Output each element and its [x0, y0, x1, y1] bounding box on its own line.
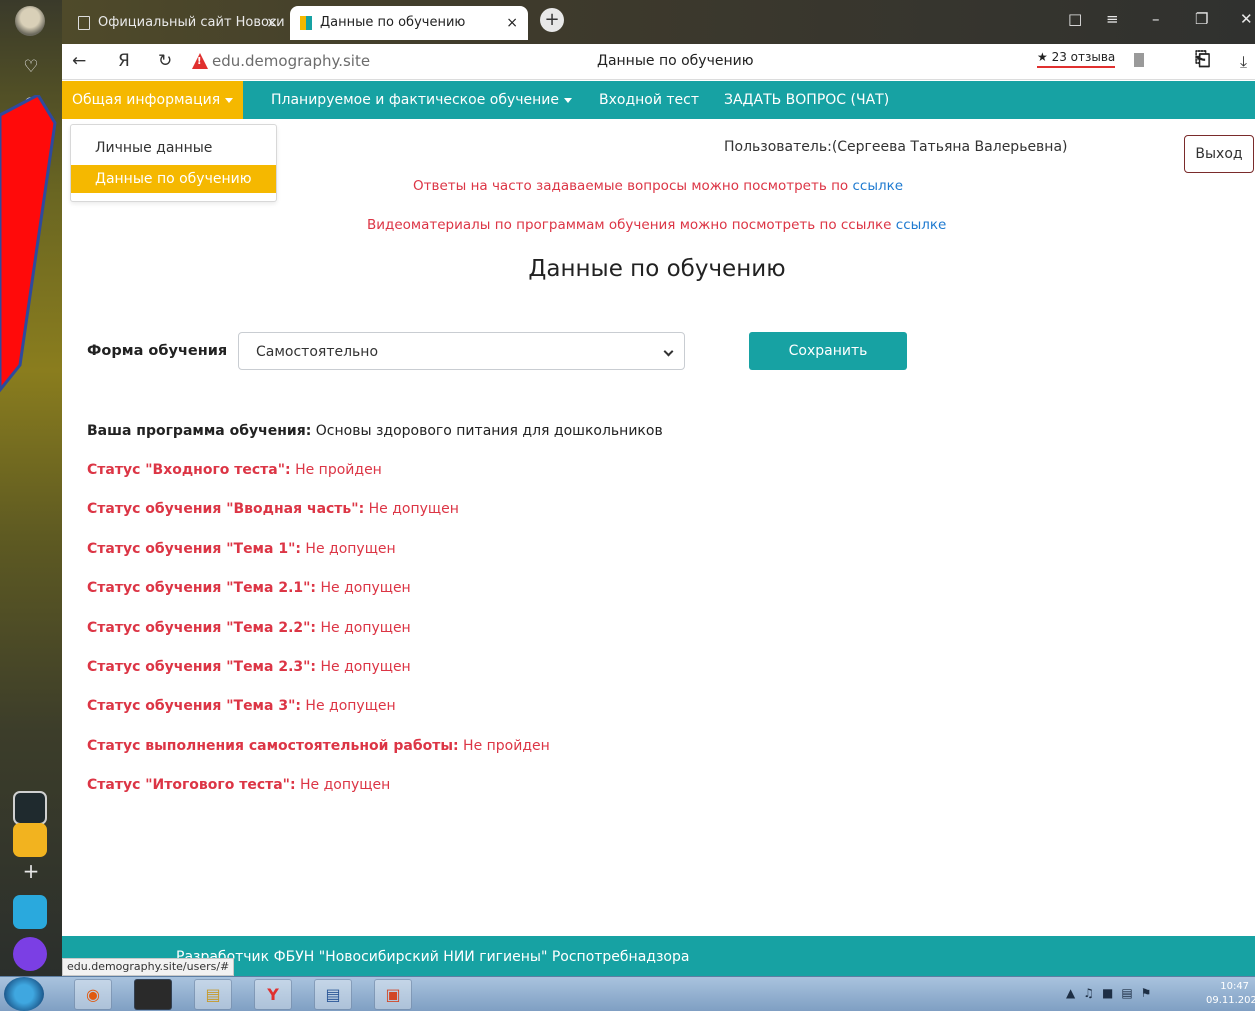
system-tray[interactable]: ▲♫■▤⚑: [1066, 986, 1159, 1000]
back-button[interactable]: ←: [72, 51, 86, 71]
close-icon[interactable]: ×: [506, 6, 518, 40]
chevron-down-icon: [663, 346, 674, 357]
nav-entry-test[interactable]: Входной тест: [599, 81, 699, 119]
form-label: Форма обучения: [87, 343, 228, 359]
close-icon[interactable]: ×: [266, 6, 278, 40]
restore-icon[interactable]: ❐: [1195, 10, 1208, 28]
nav-ask-question[interactable]: ЗАДАТЬ ВОПРОС (ЧАТ): [724, 81, 889, 119]
media-player-icon[interactable]: ◉: [74, 979, 112, 1010]
start-button[interactable]: [4, 977, 44, 1011]
address-bar: ← Я ↻ ! edu.demography.site Данные по об…: [62, 44, 1255, 80]
powerpoint-icon[interactable]: ▣: [374, 979, 412, 1010]
word-icon[interactable]: ▤: [314, 979, 352, 1010]
tab-training-data[interactable]: Данные по обучению ×: [290, 6, 528, 40]
new-tab-button[interactable]: +: [540, 8, 564, 32]
yandex-icon[interactable]: Я: [118, 51, 130, 71]
reviews-badge[interactable]: ★ 23 отзыва: [1037, 50, 1116, 68]
app-tile-icon[interactable]: [13, 791, 47, 825]
bell-icon[interactable]: ♡: [18, 54, 44, 80]
status-line: Статус обучения "Тема 2.1": Не допущен: [87, 580, 411, 596]
faq-link[interactable]: ссылке: [852, 178, 903, 194]
status-url: edu.demography.site/users/#: [62, 958, 235, 976]
caret-down-icon: [564, 97, 572, 103]
user-name: Пользователь:(Сергеева Татьяна Валерьевн…: [724, 139, 1068, 155]
footer: Разработчик ФБУН "Новосибирский НИИ гиги…: [62, 936, 1255, 976]
profile-avatar[interactable]: [15, 6, 45, 36]
clock[interactable]: 10:47 09.11.2020: [1206, 980, 1255, 1008]
messenger-icon[interactable]: [13, 895, 47, 929]
nav-planned-training[interactable]: Планируемое и фактическое обучение: [271, 81, 572, 119]
menu-icon[interactable]: ≡: [1106, 10, 1119, 28]
bookmark-icon[interactable]: [1134, 53, 1144, 67]
address-page-title: Данные по обучению: [597, 53, 754, 69]
status-line: Статус обучения "Тема 3": Не допущен: [87, 698, 396, 714]
mail-icon[interactable]: [13, 823, 47, 857]
menu-item-training-data[interactable]: Данные по обучению: [71, 165, 276, 193]
status-line: Статус обучения "Тема 2.2": Не допущен: [87, 620, 411, 636]
menu-item-personal-data[interactable]: Личные данные: [71, 134, 276, 162]
logout-button[interactable]: Выход: [1184, 135, 1254, 173]
status-line: Статус обучения "Тема 2.3": Не допущен: [87, 659, 411, 675]
alice-icon[interactable]: [13, 937, 47, 971]
tab-label: Данные по обучению: [320, 15, 466, 30]
video-link[interactable]: ссылке: [896, 217, 947, 233]
close-window-icon[interactable]: ✕: [1240, 10, 1253, 28]
video-notice: Видеоматериалы по программам обучения мо…: [367, 217, 947, 233]
status-line: Статус обучения "Вводная часть": Не допу…: [87, 501, 459, 517]
status-line: Статус "Итогового теста": Не допущен: [87, 777, 391, 793]
program-line: Ваша программа обучения: Основы здоровог…: [87, 423, 663, 439]
main-navbar: Общая информация Планируемое и фактическ…: [62, 81, 1255, 119]
faq-notice: Ответы на часто задаваемые вопросы можно…: [413, 178, 904, 194]
training-form-select[interactable]: Самостоятельно: [238, 332, 685, 370]
download-icon[interactable]: ⤓: [1240, 52, 1247, 72]
site-favicon-icon: [300, 16, 312, 30]
yandex-browser-icon[interactable]: Y: [254, 979, 292, 1010]
translate-icon[interactable]: ⎗: [1195, 48, 1210, 70]
caret-down-icon: [225, 97, 234, 103]
status-line: Статус выполнения самостоятельной работы…: [87, 738, 550, 754]
reload-button[interactable]: ↻: [158, 51, 172, 71]
url-field[interactable]: edu.demography.site: [212, 52, 370, 70]
status-line: Статус "Входного теста": Не пройден: [87, 462, 382, 478]
save-button[interactable]: Сохранить: [749, 332, 907, 370]
app-icon[interactable]: [134, 979, 172, 1010]
taskbar: ◉ ▤ Y ▤ ▣ ▲♫■▤⚑ 10:47 09.11.2020: [0, 976, 1255, 1011]
folder-icon[interactable]: ▤: [194, 979, 232, 1010]
general-info-dropdown: Личные данные Данные по обучению: [70, 124, 277, 202]
annotation-arrow: [0, 95, 57, 393]
status-line: Статус обучения "Тема 1": Не допущен: [87, 541, 396, 557]
page-icon: [78, 16, 90, 30]
page-title: Данные по обучению: [528, 256, 786, 282]
tab-official-site[interactable]: Официальный сайт Новоси ×: [68, 6, 288, 40]
collections-icon[interactable]: □: [1068, 10, 1082, 28]
tab-label: Официальный сайт Новоси: [98, 15, 285, 30]
tab-bar: Официальный сайт Новоси × Данные по обуч…: [62, 0, 1255, 44]
nav-general-info[interactable]: Общая информация: [62, 81, 244, 119]
minimize-icon[interactable]: –: [1152, 10, 1160, 28]
add-app-icon[interactable]: +: [18, 858, 44, 884]
